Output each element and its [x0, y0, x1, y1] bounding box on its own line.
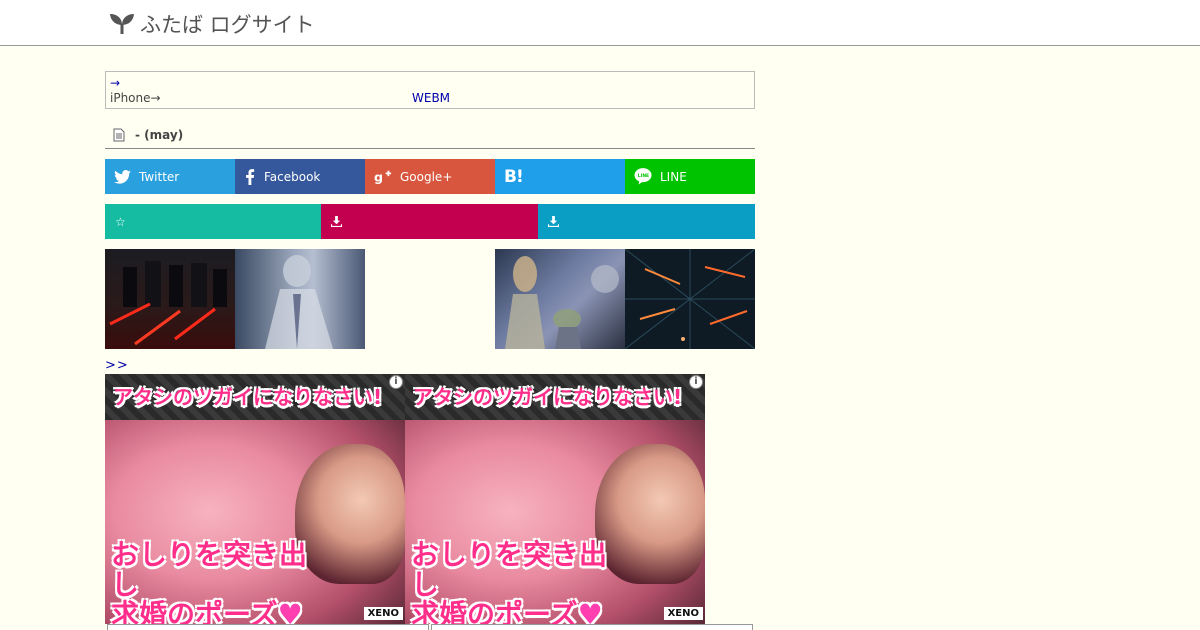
- ad-brand-logo: XENO: [363, 607, 403, 620]
- googleplus-share-button[interactable]: g Google+: [365, 159, 495, 194]
- ad-tagline-line2: 求婚のポーズ♥: [411, 598, 631, 625]
- site-header: ふたば ログサイト: [0, 0, 1200, 46]
- download-button-primary[interactable]: [321, 204, 538, 239]
- post-title-row: - (may): [105, 122, 755, 149]
- action-bar: ☆: [105, 204, 755, 239]
- hatena-bookmark-icon: B!: [504, 166, 524, 187]
- ad-brand-logo: XENO: [663, 607, 703, 620]
- download-icon: [548, 216, 559, 227]
- thumbnail-image[interactable]: [625, 249, 755, 349]
- more-link[interactable]: >>: [105, 358, 129, 373]
- heart-icon: ♥: [577, 598, 603, 625]
- document-icon: [113, 128, 125, 142]
- ad-tagline-text: 求婚のポーズ: [111, 598, 278, 625]
- ad-headline: アタシのツガイになりなさい!: [113, 385, 383, 409]
- ad-headline: アタシのツガイになりなさい!: [413, 385, 683, 409]
- twitter-label: Twitter: [139, 169, 180, 184]
- ad-tagline-text: 求婚のポーズ: [411, 598, 578, 625]
- webm-link[interactable]: WEBM: [412, 90, 450, 106]
- ad-info-icon[interactable]: i: [389, 375, 403, 389]
- star-icon: ☆: [115, 214, 126, 229]
- ad-tagline-line2: 求婚のポーズ♥: [111, 598, 331, 625]
- facebook-icon: [246, 168, 255, 185]
- ad-info-icon[interactable]: i: [689, 375, 703, 389]
- sprout-icon: [110, 14, 134, 34]
- ad-tagline-line1: おしりを突き出し: [111, 538, 308, 601]
- notice-box: → iPhone→ WEBM: [105, 71, 755, 109]
- share-bar: Twitter Facebook g Google+ B! LINE LINE: [105, 159, 755, 194]
- line-icon: LINE: [634, 168, 652, 185]
- post-title: - (may): [135, 128, 184, 142]
- thumbnail-image[interactable]: [235, 249, 365, 349]
- twitter-icon: [114, 169, 131, 184]
- line-label: LINE: [660, 169, 687, 184]
- facebook-label: Facebook: [264, 169, 321, 184]
- device-text: iPhone→: [110, 91, 161, 105]
- site-logo[interactable]: ふたば ログサイト: [108, 10, 315, 38]
- facebook-share-button[interactable]: Facebook: [235, 159, 365, 194]
- ad-tagline: おしりを突き出し 求婚のポーズ♥: [411, 538, 631, 625]
- site-name: ふたば ログサイト: [140, 13, 315, 37]
- thumbnail-image[interactable]: [105, 249, 235, 349]
- ad-tagline: おしりを突き出し 求婚のポーズ♥: [111, 538, 331, 625]
- banner-ad[interactable]: アタシのツガイになりなさい! おしりを突き出し 求婚のポーズ♥ i XENO: [405, 374, 705, 624]
- googleplus-label: Google+: [400, 169, 453, 184]
- download-icon: [331, 216, 342, 227]
- banner-ad[interactable]: アタシのツガイになりなさい! おしりを突き出し 求婚のポーズ♥ i XENO: [105, 374, 405, 624]
- comment-box: [431, 624, 753, 630]
- googleplus-icon: g: [374, 169, 392, 184]
- svg-text:LINE: LINE: [638, 173, 649, 179]
- notice-arrow-link[interactable]: →: [110, 76, 750, 90]
- line-share-button[interactable]: LINE LINE: [625, 159, 755, 194]
- thumbnail-image[interactable]: [495, 249, 625, 349]
- favorite-button[interactable]: ☆: [105, 204, 321, 239]
- thumbnail-strip: [105, 249, 755, 349]
- hatena-bookmark-button[interactable]: B!: [495, 159, 625, 194]
- ad-tagline-line1: おしりを突き出し: [411, 538, 608, 601]
- comment-box: [107, 624, 429, 630]
- download-button-secondary[interactable]: [538, 204, 755, 239]
- heart-icon: ♥: [277, 598, 303, 625]
- svg-text:g: g: [374, 169, 383, 184]
- notice-row: iPhone→ WEBM: [110, 90, 750, 106]
- twitter-share-button[interactable]: Twitter: [105, 159, 235, 194]
